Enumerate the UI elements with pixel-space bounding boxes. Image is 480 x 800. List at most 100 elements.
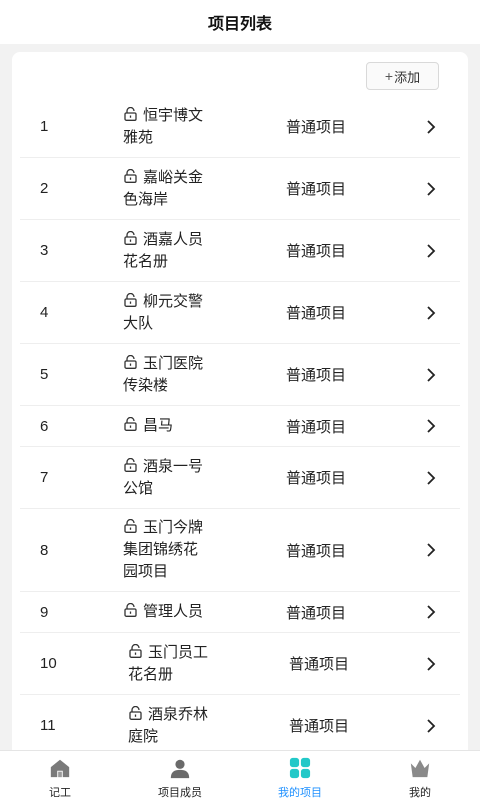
project-type: 普通项目 [286,470,347,487]
project-index: 1 [40,118,49,135]
add-project-button[interactable]: + 添加 [366,62,439,90]
project-index: 9 [40,603,49,621]
project-name: 酒泉一号 公馆 [123,456,219,500]
project-name-line: 嘉峪关金 [143,168,204,186]
tab-label: 我的项目 [278,787,322,799]
project-row[interactable]: 3 酒嘉人员 花名册 普通项目 [20,220,460,282]
chevron-right-icon [427,718,436,733]
project-list-card: + 添加 1 恒宇博文 雅苑 普通项目 2 嘉峪关金 色海岸 普通项目 3 酒嘉人员 花名册 普通项目… [12,52,468,772]
project-type: 普通项目 [286,119,347,136]
unlock-icon [124,106,137,121]
project-name: 玉门员工花名册 [128,642,224,686]
chevron-right-icon [427,543,436,557]
tab-project-members[interactable]: 项目成员 [120,751,240,800]
project-name: 玉门今牌集团锦绣花园项目 [123,517,219,583]
project-name-line: 大队 [123,314,154,332]
project-name-line: 庭院 [128,727,159,745]
project-type: 普通项目 [286,367,347,384]
add-button-label: 添加 [394,69,421,85]
project-name: 酒嘉人员 花名册 [123,229,219,273]
project-type: 普通项目 [286,604,347,622]
project-row[interactable]: 7 酒泉一号 公馆 普通项目 [20,447,460,509]
project-name-line: 传染楼 [123,376,169,394]
project-name-line: 昌马 [143,417,174,434]
chevron-right-icon [427,367,436,382]
project-name: 酒泉乔林庭院 [128,704,224,748]
project-index: 8 [40,541,49,559]
project-name: 玉门医院传染楼 [123,353,219,397]
grid-icon [289,757,311,779]
project-row[interactable]: 8 玉门今牌集团锦绣花园项目 普通项目 [20,509,460,592]
project-type: 普通项目 [289,656,350,673]
project-row[interactable]: 4 柳元交警 大队 普通项目 [20,282,460,344]
project-name-line: 玉门今牌 [143,519,204,536]
project-type: 普通项目 [286,305,347,322]
project-row[interactable]: 11 酒泉乔林庭院 普通项目 [20,695,460,757]
project-name-line: 花名册 [128,665,174,683]
project-index: 11 [40,717,56,734]
project-name: 恒宇博文 雅苑 [123,105,219,149]
plus-icon: + [384,68,394,84]
project-name-line: 集团锦绣花 [123,541,199,558]
project-row[interactable]: 1 恒宇博文 雅苑 普通项目 [20,96,460,158]
unlock-icon [124,292,137,307]
project-index: 2 [40,180,49,197]
project-name: 嘉峪关金色海岸 [123,167,219,211]
app-header: 项目列表 [0,0,480,44]
tab-mine[interactable]: 我的 [360,751,480,800]
chevron-right-icon [427,470,436,485]
project-name-line: 公馆 [123,479,154,497]
chevron-right-icon [427,305,436,320]
project-row[interactable]: 2 嘉峪关金色海岸 普通项目 [20,158,460,220]
unlock-icon [124,457,137,472]
project-name-line: 管理人员 [143,603,204,620]
unlock-icon [124,417,137,431]
bottom-tab-bar: 记工 项目成员 我的项目 我的 [0,750,480,800]
project-index: 7 [40,469,49,486]
project-name-line: 恒宇博文 [143,106,204,124]
project-list: 1 恒宇博文 雅苑 普通项目 2 嘉峪关金 色海岸 普通项目 3 酒嘉人员 花名册 普通项目 4 柳元交警… [20,96,460,757]
chevron-right-icon [427,656,436,671]
project-row[interactable]: 10 玉门员工花名册 普通项目 [20,633,460,695]
tab-my-projects[interactable]: 我的项目 [240,751,360,800]
unlock-icon [124,168,137,183]
project-type: 普通项目 [289,718,350,735]
project-name: 管理人员 [123,601,219,623]
project-type: 普通项目 [286,418,347,436]
unlock-icon [129,705,142,720]
project-index: 10 [40,655,57,672]
tab-label: 我的 [409,787,431,799]
project-type: 普通项目 [286,181,347,198]
project-index: 3 [40,242,49,259]
project-name-line: 玉门医院 [143,354,204,372]
unlock-icon [129,643,142,658]
project-name-line: 色海岸 [123,190,169,208]
unlock-icon [124,603,137,617]
project-name: 柳元交警 大队 [123,291,219,335]
project-row[interactable]: 9 管理人员 普通项目 [20,592,460,633]
project-name-line: 酒嘉人员 [143,230,204,248]
house-icon [50,759,70,778]
crown-icon [410,759,430,778]
project-name-line: 玉门员工 [148,643,209,661]
project-name: 昌马 [123,415,219,437]
tab-label: 项目成员 [158,787,202,799]
project-type: 普通项目 [286,542,347,560]
project-index: 4 [40,304,49,321]
unlock-icon [124,230,137,245]
project-name-line: 酒泉乔林 [148,705,209,723]
project-type: 普通项目 [286,243,347,260]
project-row[interactable]: 6 昌马 普通项目 [20,406,460,447]
tab-record-work[interactable]: 记工 [0,751,120,800]
project-row[interactable]: 5 玉门医院传染楼 普通项目 [20,344,460,406]
project-index: 5 [40,366,49,383]
page-title: 项目列表 [207,16,272,33]
chevron-right-icon [427,419,436,433]
project-name-line: 园项目 [123,563,169,580]
chevron-right-icon [427,605,436,619]
unlock-icon [124,354,137,369]
unlock-icon [124,519,137,533]
tab-label: 记工 [49,787,71,799]
project-index: 6 [40,417,49,435]
chevron-right-icon [427,181,436,196]
